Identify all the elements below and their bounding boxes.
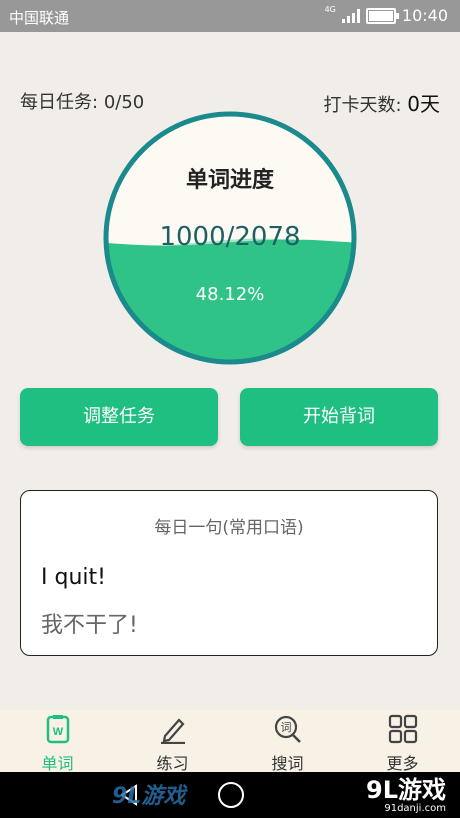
daily-sentence-chinese: 我不干了!	[41, 613, 138, 638]
search-word-icon: 词	[274, 715, 301, 743]
watermark-logo-right: 9L游戏 91danji.com	[366, 770, 446, 814]
svg-text:词: 词	[281, 721, 292, 734]
tab-more[interactable]: 更多	[345, 710, 460, 773]
tab-word[interactable]: W 单词	[0, 710, 115, 773]
checkin-value: 0天	[407, 92, 440, 116]
watermark-logo-left: 9L游戏	[112, 784, 186, 809]
progress-count: 1000/2078	[159, 222, 301, 252]
watermark-right-text: 9L游戏	[366, 776, 446, 804]
adjust-task-button[interactable]: 调整任务	[20, 388, 218, 446]
daily-sentence-title: 每日一句(常用口语)	[154, 518, 304, 538]
tab-word-label: 单词	[41, 754, 74, 773]
carrier-name: 中国联通	[9, 9, 70, 27]
task-summary: 每日任务: 0/50 打卡天数: 0天	[20, 88, 440, 116]
status-icons: 4G 10:40	[324, 5, 448, 25]
battery-icon	[365, 7, 399, 24]
signal-icon	[341, 8, 360, 23]
bottom-tab-bar: W 单词 练习 词 搜词 更多	[0, 710, 460, 773]
tab-practice-label: 练习	[156, 754, 189, 773]
grid-icon	[388, 714, 418, 744]
tab-search-label: 搜词	[271, 754, 304, 773]
daily-task-label: 每日任务:	[20, 92, 99, 113]
progress-title: 单词进度	[185, 168, 274, 193]
daily-sentence-english: I quit!	[41, 565, 106, 590]
watermark-site: 91danji.com	[384, 803, 446, 814]
clock: 10:40	[401, 6, 448, 25]
network-type: 4G	[324, 5, 336, 14]
pencil-icon	[161, 718, 185, 744]
tab-practice[interactable]: 练习	[115, 710, 230, 773]
tab-search[interactable]: 词 搜词	[230, 710, 345, 773]
daily-sentence-card[interactable]: 每日一句(常用口语) I quit! 我不干了!	[20, 490, 438, 656]
svg-text:W: W	[53, 726, 64, 738]
word-progress-circle: 单词进度 1000/2078 48.12%	[102, 110, 358, 366]
home-icon[interactable]	[218, 782, 244, 808]
progress-percent: 48.12%	[195, 284, 265, 305]
start-memorize-button[interactable]: 开始背词	[240, 388, 438, 446]
status-bar: 中国联通 4G 10:40	[0, 0, 460, 32]
word-book-icon: W	[46, 715, 70, 744]
